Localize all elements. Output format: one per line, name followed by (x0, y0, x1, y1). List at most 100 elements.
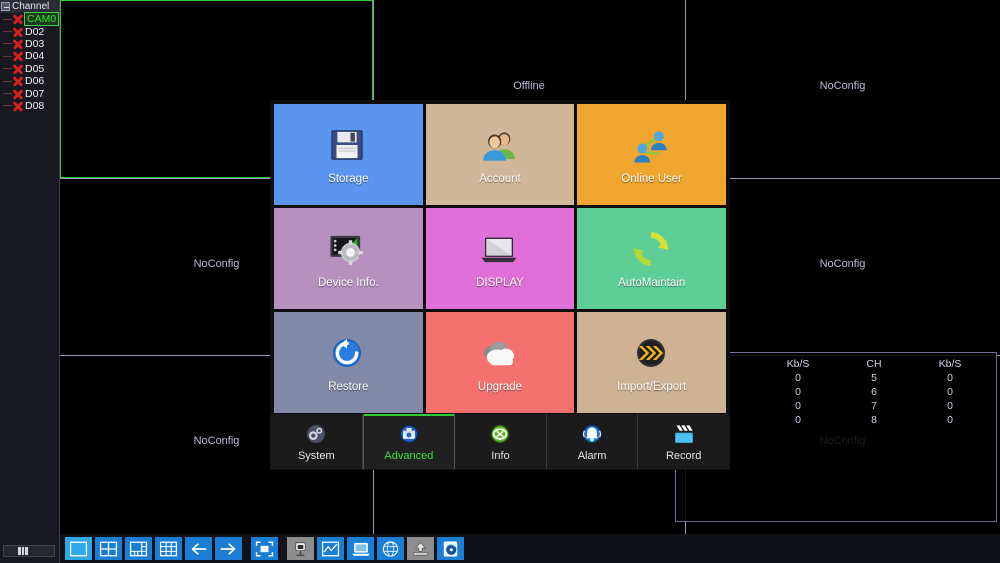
channel-item-d02[interactable]: D02 (0, 25, 59, 38)
cell-kbs: 0 (795, 414, 801, 426)
channel-item-d07[interactable]: D07 (0, 87, 59, 100)
channel-item-label: D06 (25, 75, 45, 88)
menu-tab-bar: System Advanced Info Alarm Record (271, 414, 729, 469)
tab-alarm[interactable]: Alarm (546, 414, 639, 469)
tab-info[interactable]: Info (455, 414, 547, 469)
channel-header-label: Channel (12, 1, 50, 12)
chevrons-icon (630, 332, 674, 376)
channel-item-d06[interactable]: D06 (0, 75, 59, 87)
tree-stem (3, 18, 12, 20)
menu-tile-device-info[interactable]: Device Info. (274, 208, 423, 309)
main-menu-window: Storage Account Online User Device Info. DIS… (270, 100, 730, 470)
menu-tile-label: Online User (621, 173, 683, 185)
menu-tile-automaintain[interactable]: AutoMaintain (577, 208, 726, 309)
sidebar-scrollbar[interactable] (3, 545, 55, 557)
menu-tile-label: Upgrade (477, 381, 523, 393)
floppy-disk-icon (326, 124, 370, 168)
menu-tile-grid: Storage Account Online User Device Info. DIS… (271, 101, 729, 413)
toolbar-display-laptop-button[interactable] (347, 537, 374, 560)
toolbar-arrow-right-button[interactable] (215, 537, 242, 560)
red-x-icon[interactable] (13, 89, 23, 99)
bell-icon (579, 421, 605, 447)
toolbar-record-disc-button[interactable] (437, 537, 464, 560)
display-laptop-icon (351, 541, 371, 557)
users-icon (478, 124, 522, 168)
red-x-icon[interactable] (13, 14, 23, 24)
channel-item-cam0[interactable]: CAM0 (0, 12, 60, 27)
tree-stem (3, 55, 12, 57)
menu-tile-label: Restore (328, 381, 369, 393)
menu-tile-restore[interactable]: Restore (274, 312, 423, 413)
toolbar-view-single-button[interactable] (65, 537, 92, 560)
toolbar-arrow-left-button[interactable] (185, 537, 212, 560)
clapper-icon (671, 421, 697, 447)
view-single-icon (69, 541, 88, 557)
menu-tile-label: Storage (328, 173, 369, 185)
view-eight-icon (159, 541, 178, 557)
tab-advanced[interactable]: Advanced (362, 414, 456, 469)
channel-item-label: CAM0 (23, 12, 60, 27)
gears-icon (303, 421, 329, 447)
toolbar-color-chart-button[interactable] (317, 537, 344, 560)
red-x-icon[interactable] (13, 51, 23, 61)
scrollbar-thumb[interactable] (18, 547, 28, 555)
menu-tile-display[interactable]: DISPLAY (425, 208, 575, 309)
cell-kbs: 0 (947, 372, 953, 384)
tree-collapse-icon[interactable] (1, 2, 10, 11)
view-six-icon (129, 541, 148, 557)
menu-tile-storage[interactable]: Storage (274, 104, 423, 205)
channel-item-label: D05 (25, 62, 45, 75)
toolbar-view-eight-button[interactable] (155, 537, 182, 560)
cell-ch: 8 (871, 414, 877, 426)
toolbar-globe-network-button[interactable] (377, 537, 404, 560)
channel-item-label: D07 (25, 87, 45, 100)
info-disc-icon (487, 421, 513, 447)
video-pane-label: NoConfig (819, 80, 866, 92)
channel-item-d03[interactable]: D03 (0, 38, 59, 50)
upload-icon (411, 540, 430, 557)
video-pane[interactable]: NoConfig (685, 0, 1000, 178)
video-pane-label: NoConfig (193, 258, 240, 270)
tree-stem (3, 80, 12, 82)
channel-item-label: D03 (25, 37, 45, 50)
red-x-icon[interactable] (13, 39, 23, 49)
restore-arrow-icon (326, 332, 370, 376)
red-x-icon[interactable] (13, 101, 23, 111)
cell-kbs: 0 (947, 386, 953, 398)
globe-network-icon (381, 540, 400, 558)
video-pane[interactable]: NoConfig (685, 178, 1000, 355)
column-header: Kb/S (938, 358, 962, 370)
channel-item-d05[interactable]: D05 (0, 63, 59, 75)
network-users-icon (630, 124, 674, 168)
red-x-icon[interactable] (13, 64, 23, 74)
column-header: CH (866, 358, 882, 370)
toolbar-view-quad-button[interactable] (95, 537, 122, 560)
toolbar-fullscreen-button[interactable] (251, 537, 278, 560)
column-header: Kb/S (786, 358, 810, 370)
menu-tile-label: AutoMaintain (618, 277, 686, 289)
channel-item-label: D04 (25, 50, 45, 63)
channel-item-d08[interactable]: D08 (0, 100, 59, 112)
toolbar-view-six-button[interactable] (125, 537, 152, 560)
toolbar-ptz-camera-button (287, 537, 314, 560)
menu-tile-online-user[interactable]: Online User (577, 104, 726, 205)
tree-stem (3, 68, 12, 70)
tab-label: Advanced (384, 450, 434, 462)
tab-record[interactable]: Record (638, 414, 729, 469)
arrow-right-icon (219, 541, 238, 557)
cell-kbs: 0 (947, 400, 953, 412)
color-chart-icon (321, 541, 340, 557)
channel-item-d04[interactable]: D04 (0, 50, 59, 62)
bottom-toolbar (60, 534, 1000, 563)
channel-tree-header[interactable]: Channel (0, 0, 59, 13)
fullscreen-icon (255, 541, 274, 557)
menu-tile-account[interactable]: Account (425, 104, 575, 205)
tab-label: Alarm (577, 450, 607, 462)
tab-system[interactable]: System (271, 414, 363, 469)
red-x-icon[interactable] (13, 27, 23, 37)
toolbox-icon (396, 421, 422, 447)
red-x-icon[interactable] (13, 76, 23, 86)
menu-tile-import-export[interactable]: Import/Export (577, 312, 726, 413)
menu-tile-upgrade[interactable]: Upgrade (425, 312, 575, 413)
tree-stem (3, 31, 12, 33)
